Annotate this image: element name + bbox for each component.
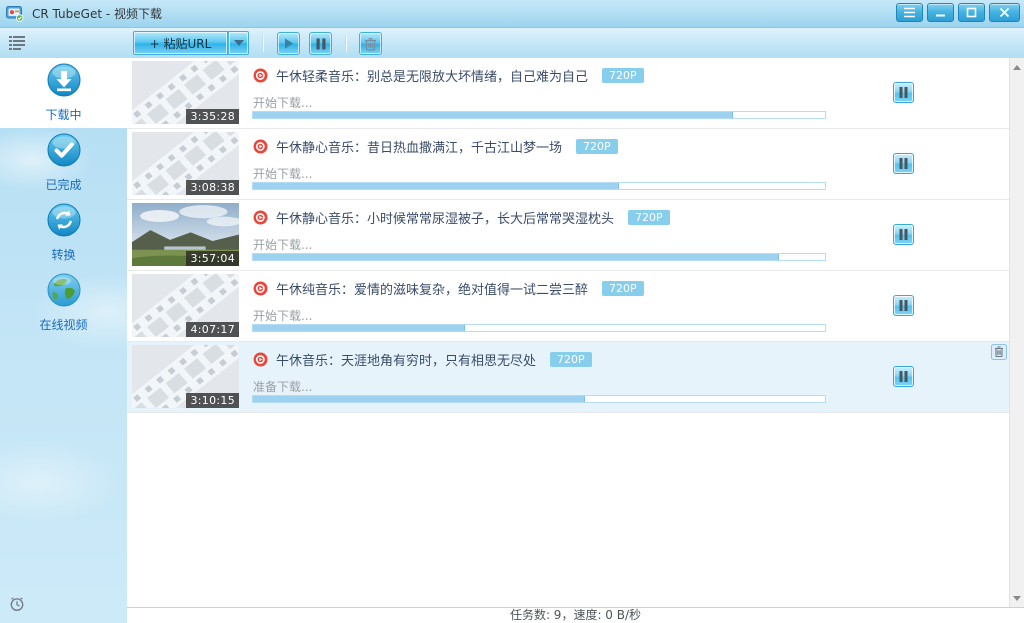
- video-thumbnail: 3:35:28: [132, 61, 239, 124]
- progress-bar: [252, 111, 826, 119]
- video-title: 午休音乐：天涯地角有穷时，只有相思无尽处: [276, 350, 536, 369]
- video-source-icon: [253, 352, 268, 367]
- pause-icon: [899, 158, 908, 169]
- progress-bar: [252, 253, 826, 261]
- delete-icon[interactable]: [991, 344, 1007, 364]
- video-thumbnail: 4:07:17: [132, 274, 239, 337]
- check-icon: [47, 133, 81, 171]
- titlebar: CR TubeGet - 视频下载: [0, 0, 1024, 28]
- duration-badge: 3:57:04: [186, 251, 239, 266]
- toolbar-separator: [262, 35, 263, 52]
- progress-fill: [253, 396, 585, 402]
- pause-icon: [899, 371, 908, 382]
- window-menu-button[interactable]: [896, 3, 923, 22]
- video-thumbnail: 3:57:04: [132, 203, 239, 266]
- globe-icon: [47, 273, 81, 311]
- video-title: 午休静心音乐：昔日热血撒满江，千古江山梦一场: [276, 137, 562, 156]
- pause-button[interactable]: [893, 295, 914, 316]
- quality-badge: 720P: [628, 210, 670, 225]
- download-list: 3:35:28 午休轻柔音乐：别总是无限放大坏情绪，自己难为自己 720P 开始…: [127, 58, 1010, 607]
- toolbar: + 粘贴URL: [0, 28, 1024, 59]
- scrollbar[interactable]: [1009, 58, 1024, 607]
- video-source-icon: [253, 68, 268, 83]
- download-row[interactable]: 3:10:15 午休音乐：天涯地角有穷时，只有相思无尽处 720P 准备下载..…: [127, 342, 1010, 413]
- pause-button[interactable]: [893, 366, 914, 387]
- duration-badge: 4:07:17: [186, 322, 239, 337]
- start-all-button[interactable]: [277, 32, 300, 55]
- pause-button[interactable]: [893, 153, 914, 174]
- progress-fill: [253, 254, 779, 260]
- progress-bar: [252, 182, 826, 190]
- quality-badge: 720P: [550, 352, 592, 367]
- app-logo-icon: [6, 6, 24, 22]
- pause-icon: [899, 229, 908, 240]
- video-thumbnail: 3:08:38: [132, 132, 239, 195]
- delete-all-button[interactable]: [359, 32, 382, 55]
- duration-badge: 3:08:38: [186, 180, 239, 195]
- pause-all-button[interactable]: [309, 32, 332, 55]
- download-row[interactable]: 3:08:38 午休静心音乐：昔日热血撒满江，千古江山梦一场 720P 开始下载…: [127, 129, 1010, 200]
- download-status: 开始下载...: [253, 94, 312, 111]
- scroll-down-icon[interactable]: [1010, 591, 1024, 605]
- progress-fill: [253, 112, 733, 118]
- pause-icon: [899, 87, 908, 98]
- history-clock-icon[interactable]: [9, 596, 25, 615]
- minimize-button[interactable]: [927, 3, 954, 22]
- video-source-icon: [253, 281, 268, 296]
- pause-icon: [316, 38, 326, 50]
- maximize-button[interactable]: [958, 3, 985, 22]
- sidebar-item-convert[interactable]: 转换: [0, 198, 127, 268]
- video-title: 午休轻柔音乐：别总是无限放大坏情绪，自己难为自己: [276, 66, 588, 85]
- download-status: 开始下载...: [253, 307, 312, 324]
- download-row[interactable]: 4:07:17 午休纯音乐：爱情的滋味复杂，绝对值得一试二尝三醉 720P 开始…: [127, 271, 1010, 342]
- paste-url-dropdown-button[interactable]: [228, 31, 249, 55]
- sidebar: 下载中 已完成 转换 在线视频: [0, 58, 127, 623]
- pause-icon: [899, 300, 908, 311]
- paste-url-button[interactable]: + 粘贴URL: [133, 31, 228, 55]
- toolbar-separator: [345, 35, 346, 52]
- progress-bar: [252, 324, 826, 332]
- duration-badge: 3:10:15: [186, 393, 239, 408]
- video-source-icon: [253, 139, 268, 154]
- quality-badge: 720P: [602, 281, 644, 296]
- close-button[interactable]: [989, 3, 1020, 22]
- progress-bar: [252, 395, 826, 403]
- download-status: 准备下载...: [253, 378, 312, 395]
- download-row[interactable]: 3:57:04 午休静心音乐：小时候常常尿湿被子，长大后常常哭湿枕头 720P …: [127, 200, 1010, 271]
- pause-button[interactable]: [893, 224, 914, 245]
- video-title: 午休静心音乐：小时候常常尿湿被子，长大后常常哭湿枕头: [276, 208, 614, 227]
- pause-button[interactable]: [893, 82, 914, 103]
- sidebar-item-downloading[interactable]: 下载中: [0, 58, 127, 128]
- quality-badge: 720P: [602, 68, 644, 83]
- download-status: 开始下载...: [253, 236, 312, 253]
- video-source-icon: [253, 210, 268, 225]
- statusbar: 任务数: 9，速度: 0 B/秒: [127, 607, 1024, 623]
- sidebar-item-completed[interactable]: 已完成: [0, 128, 127, 198]
- task-list-icon[interactable]: [9, 36, 25, 55]
- video-thumbnail: 3:10:15: [132, 345, 239, 408]
- download-icon: [47, 63, 81, 101]
- scroll-up-icon[interactable]: [1010, 60, 1024, 74]
- convert-icon: [47, 203, 81, 241]
- chevron-down-icon: [234, 40, 244, 46]
- window-title: CR TubeGet - 视频下载: [32, 5, 162, 22]
- paste-url-group: + 粘贴URL: [133, 31, 249, 55]
- progress-fill: [253, 183, 619, 189]
- quality-badge: 720P: [576, 139, 618, 154]
- duration-badge: 3:35:28: [186, 109, 239, 124]
- download-status: 开始下载...: [253, 165, 312, 182]
- progress-fill: [253, 325, 465, 331]
- play-icon: [282, 37, 295, 50]
- sidebar-items: 下载中 已完成 转换 在线视频: [0, 58, 127, 338]
- sidebar-item-online-video[interactable]: 在线视频: [0, 268, 127, 338]
- window-controls: [896, 3, 1020, 22]
- video-title: 午休纯音乐：爱情的滋味复杂，绝对值得一试二尝三醉: [276, 279, 588, 298]
- app-window: CR TubeGet - 视频下载: [0, 0, 1024, 623]
- download-row[interactable]: 3:35:28 午休轻柔音乐：别总是无限放大坏情绪，自己难为自己 720P 开始…: [127, 58, 1010, 129]
- trash-icon: [364, 37, 377, 51]
